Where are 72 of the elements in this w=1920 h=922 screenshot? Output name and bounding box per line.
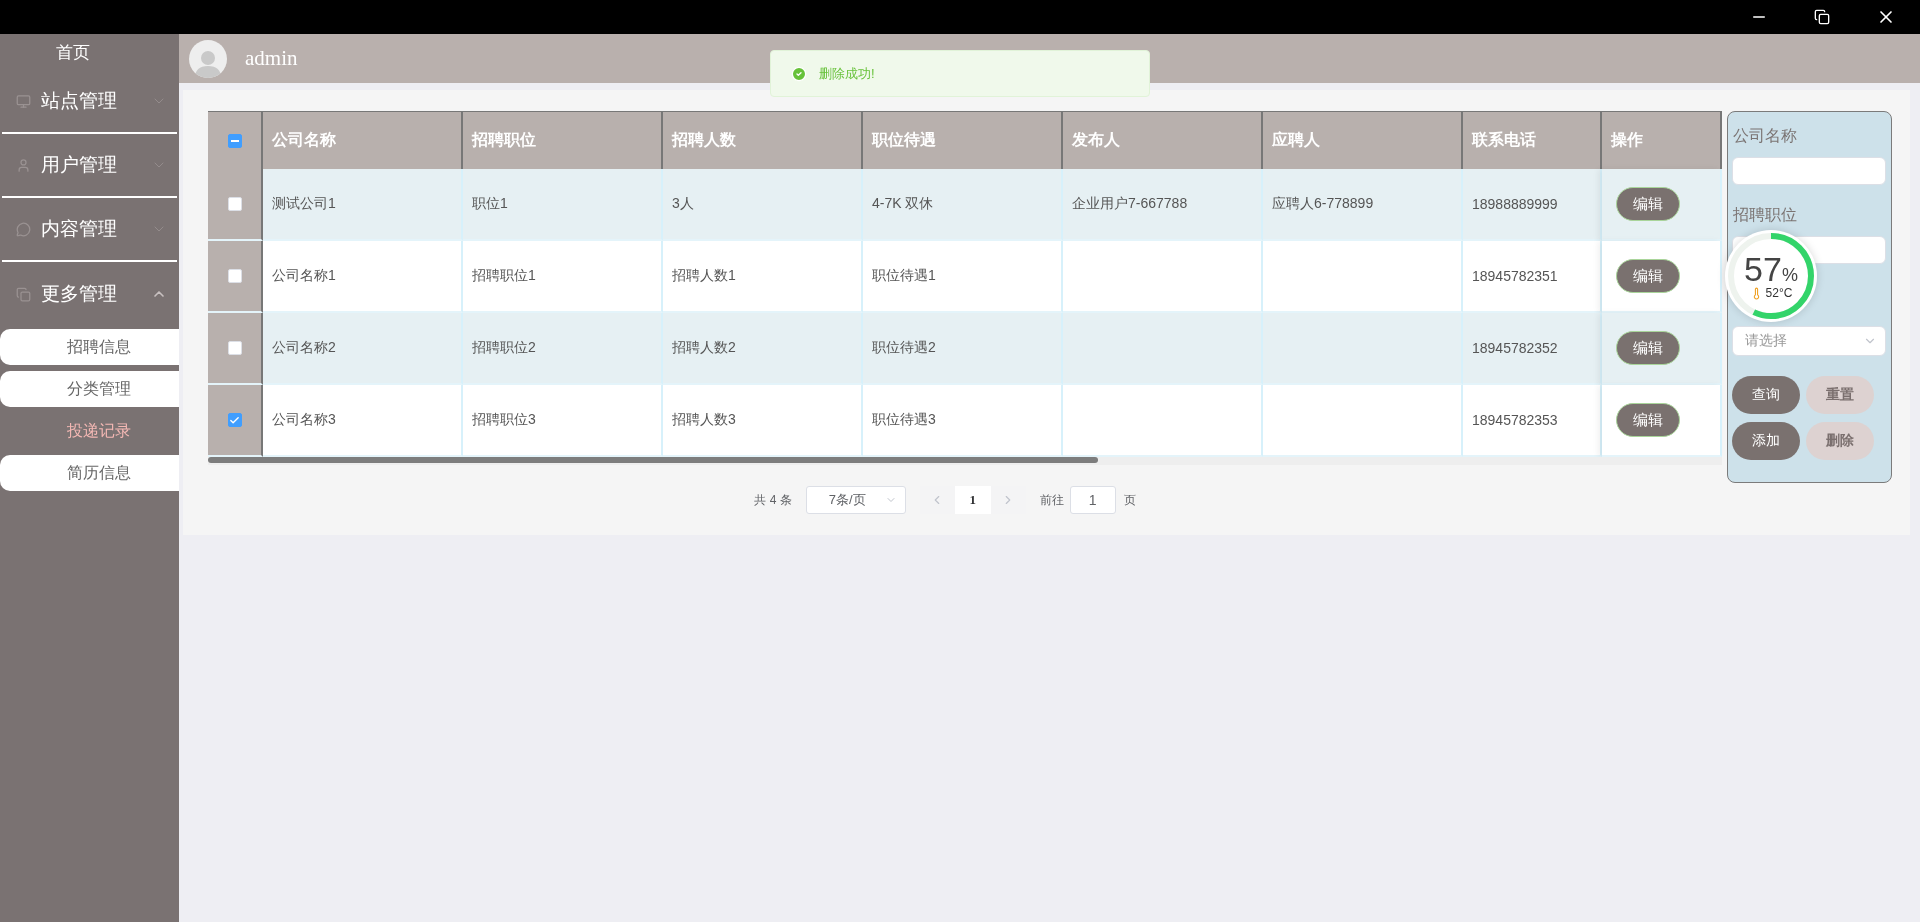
action-button[interactable]: 删除 <box>1806 422 1874 460</box>
column-header: 公司名称 <box>263 111 463 169</box>
percent-value: 57 <box>1744 252 1782 286</box>
action-button[interactable]: 重置 <box>1806 376 1874 414</box>
username: admin <box>245 46 298 71</box>
total-count: 共 4 条 <box>754 491 792 509</box>
goto-page-field[interactable]: 1 <box>1069 486 1116 514</box>
table-cell: 招聘职位3 <box>463 385 663 457</box>
monitor-icon <box>16 93 31 109</box>
table-cell: 职位待遇2 <box>863 313 1063 385</box>
table-cell: 18988889999 <box>1463 169 1602 241</box>
page-unit: 页 <box>1123 491 1136 509</box>
table-cell: 公司名称2 <box>263 313 463 385</box>
submenu-item[interactable]: 分类管理 <box>0 371 179 407</box>
table-cell: 18945782351 <box>1463 241 1602 313</box>
edit-button[interactable]: 编辑 <box>1616 403 1680 437</box>
submenu-item[interactable]: 招聘信息 <box>0 329 179 365</box>
menu-item[interactable]: 更多管理 <box>41 281 117 307</box>
table-cell: 公司名称1 <box>263 241 463 313</box>
table-cell: 招聘人数2 <box>663 313 863 385</box>
home-link[interactable]: 首页 <box>0 34 179 70</box>
restore-icon[interactable] <box>1814 9 1830 25</box>
field-label: 招聘职位 <box>1733 205 1798 225</box>
goto-label: 前往 <box>1039 491 1064 509</box>
table-cell: 公司名称3 <box>263 385 463 457</box>
action-button[interactable]: 查询 <box>1732 376 1800 414</box>
table-cell: 18945782352 <box>1463 313 1602 385</box>
submenu-item[interactable]: 简历信息 <box>0 455 179 491</box>
menu-item[interactable]: 用户管理 <box>41 152 117 178</box>
column-header: 招聘人数 <box>663 111 863 169</box>
action-button[interactable]: 添加 <box>1732 422 1800 460</box>
table-cell: 招聘人数3 <box>663 385 863 457</box>
table-cell: 招聘职位2 <box>463 313 663 385</box>
chat-icon <box>16 221 31 237</box>
user-icon <box>16 157 31 173</box>
column-header: 应聘人 <box>1263 111 1463 169</box>
check-circle-icon <box>791 65 807 82</box>
menu-item[interactable]: 站点管理 <box>41 88 117 114</box>
table-cell: 18945782353 <box>1463 385 1602 457</box>
avatar-icon <box>189 39 227 78</box>
select-field[interactable]: 请选择 <box>1732 326 1886 356</box>
column-header: 发布人 <box>1063 111 1263 169</box>
text-field[interactable] <box>1732 157 1886 185</box>
table-cell: 测试公司1 <box>263 169 463 241</box>
table-cell: 招聘职位1 <box>463 241 663 313</box>
column-header: 职位待遇 <box>863 111 1063 169</box>
copy-icon <box>16 286 31 302</box>
submenu-item[interactable]: 投递记录 <box>0 413 179 449</box>
table-cell: 职位待遇1 <box>863 241 1063 313</box>
toast-message: 删除成功! <box>819 64 875 83</box>
select-all-checkbox[interactable] <box>227 133 242 148</box>
table-cell: 4-7K 双休 <box>863 169 1063 241</box>
edit-button[interactable]: 编辑 <box>1616 187 1680 221</box>
field-label: 公司名称 <box>1733 126 1798 146</box>
percent-unit: % <box>1781 265 1798 286</box>
table-cell: 应聘人6-778899 <box>1263 169 1463 241</box>
scrollbar-thumb[interactable] <box>208 457 1098 463</box>
table-cell: 企业用户7-667788 <box>1063 169 1263 241</box>
column-header: 操作 <box>1602 111 1722 169</box>
edit-button[interactable]: 编辑 <box>1616 259 1680 293</box>
temperature: 52°C <box>1765 286 1793 300</box>
table-cell: 职位待遇3 <box>863 385 1063 457</box>
edit-button[interactable]: 编辑 <box>1616 331 1680 365</box>
column-header: 联系电话 <box>1463 111 1602 169</box>
table-cell: 3人 <box>663 169 863 241</box>
row-checkbox[interactable] <box>227 413 242 427</box>
table-cell: 职位1 <box>463 169 663 241</box>
menu-item[interactable]: 内容管理 <box>41 216 117 242</box>
table-cell: 招聘人数1 <box>663 241 863 313</box>
page-size-select[interactable]: 7条/页 <box>805 486 906 514</box>
page-number[interactable]: 1 <box>954 486 991 514</box>
column-header: 招聘职位 <box>463 111 663 169</box>
